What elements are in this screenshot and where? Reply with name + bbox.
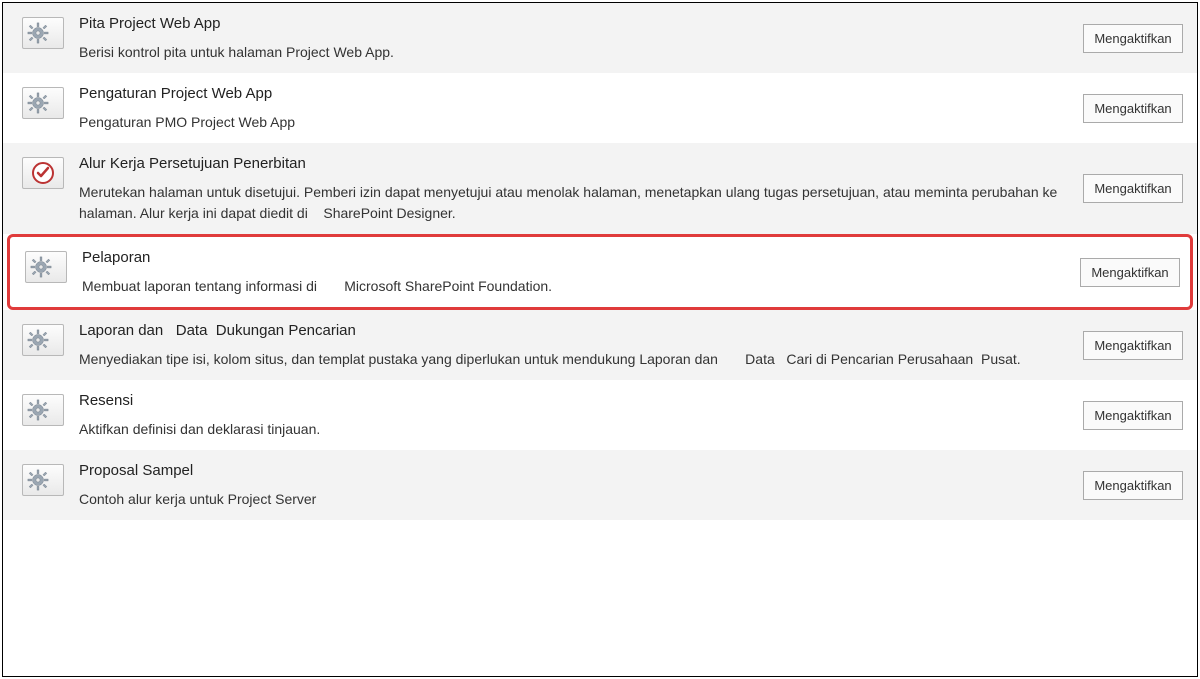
feature-action-cell: Mengaktifkan <box>1067 320 1187 370</box>
activate-button[interactable]: Mengaktifkan <box>1083 94 1183 123</box>
activate-button[interactable]: Mengaktifkan <box>1083 471 1183 500</box>
feature-title: Proposal Sampel <box>79 462 1061 479</box>
gear-icon <box>22 17 64 49</box>
activate-button[interactable]: Mengaktifkan <box>1080 258 1180 287</box>
feature-content: Pengaturan Project Web App Pengaturan PMO… <box>73 83 1067 133</box>
approval-check-icon <box>22 157 64 189</box>
feature-row: Proposal Sampel Contoh alur kerja untuk P… <box>3 450 1197 520</box>
feature-row: Resensi Aktifkan definisi dan deklarasi t… <box>3 380 1197 450</box>
feature-icon-cell <box>13 153 73 224</box>
feature-row: Alur Kerja Persetujuan Penerbitan Merutek… <box>3 143 1197 234</box>
feature-content: Alur Kerja Persetujuan Penerbitan Merutek… <box>73 153 1067 224</box>
feature-description: Aktifkan definisi dan deklarasi tinjauan… <box>79 419 1061 440</box>
feature-icon-cell <box>13 390 73 440</box>
feature-content: Laporan dan Data Dukungan Pencarian Menye… <box>73 320 1067 370</box>
gear-icon <box>25 251 67 283</box>
feature-content: Proposal Sampel Contoh alur kerja untuk P… <box>73 460 1067 510</box>
feature-list: Pita Project Web App Berisi kontrol pita … <box>2 2 1198 677</box>
feature-icon-cell <box>13 13 73 63</box>
feature-title: Pita Project Web App <box>79 15 1061 32</box>
feature-row: Laporan dan Data Dukungan Pencarian Menye… <box>3 310 1197 380</box>
feature-icon-cell <box>16 247 76 297</box>
feature-title: Laporan dan Data Dukungan Pencarian <box>79 322 1061 339</box>
feature-description: Berisi kontrol pita untuk halaman Projec… <box>79 42 1061 63</box>
feature-content: Pita Project Web App Berisi kontrol pita … <box>73 13 1067 63</box>
feature-description: Menyediakan tipe isi, kolom situs, dan t… <box>79 349 1061 370</box>
gear-icon <box>22 464 64 496</box>
feature-description: Pengaturan PMO Project Web App <box>79 112 1061 133</box>
feature-title: Alur Kerja Persetujuan Penerbitan <box>79 155 1061 172</box>
feature-title: Resensi <box>79 392 1061 409</box>
feature-content: Pelaporan Membuat laporan tentang informa… <box>76 247 1064 297</box>
feature-description: Membuat laporan tentang informasi di Mic… <box>82 276 1058 297</box>
activate-button[interactable]: Mengaktifkan <box>1083 331 1183 360</box>
gear-icon <box>22 394 64 426</box>
feature-row: Pengaturan Project Web App Pengaturan PMO… <box>3 73 1197 143</box>
activate-button[interactable]: Mengaktifkan <box>1083 401 1183 430</box>
gear-icon <box>22 87 64 119</box>
feature-action-cell: Mengaktifkan <box>1067 83 1187 133</box>
feature-action-cell: Mengaktifkan <box>1067 390 1187 440</box>
feature-description: Contoh alur kerja untuk Project Server <box>79 489 1061 510</box>
feature-icon-cell <box>13 83 73 133</box>
feature-icon-cell <box>13 460 73 510</box>
feature-action-cell: Mengaktifkan <box>1067 13 1187 63</box>
activate-button[interactable]: Mengaktifkan <box>1083 24 1183 53</box>
gear-icon <box>22 324 64 356</box>
feature-action-cell: Mengaktifkan <box>1067 153 1187 224</box>
feature-row: Pelaporan Membuat laporan tentang informa… <box>7 234 1193 310</box>
feature-icon-cell <box>13 320 73 370</box>
feature-description: Merutekan halaman untuk disetujui. Pembe… <box>79 182 1061 224</box>
feature-row: Pita Project Web App Berisi kontrol pita … <box>3 3 1197 73</box>
feature-action-cell: Mengaktifkan <box>1067 460 1187 510</box>
feature-content: Resensi Aktifkan definisi dan deklarasi t… <box>73 390 1067 440</box>
feature-action-cell: Mengaktifkan <box>1064 247 1184 297</box>
activate-button[interactable]: Mengaktifkan <box>1083 174 1183 203</box>
feature-title: Pelaporan <box>82 249 1058 266</box>
feature-title: Pengaturan Project Web App <box>79 85 1061 102</box>
